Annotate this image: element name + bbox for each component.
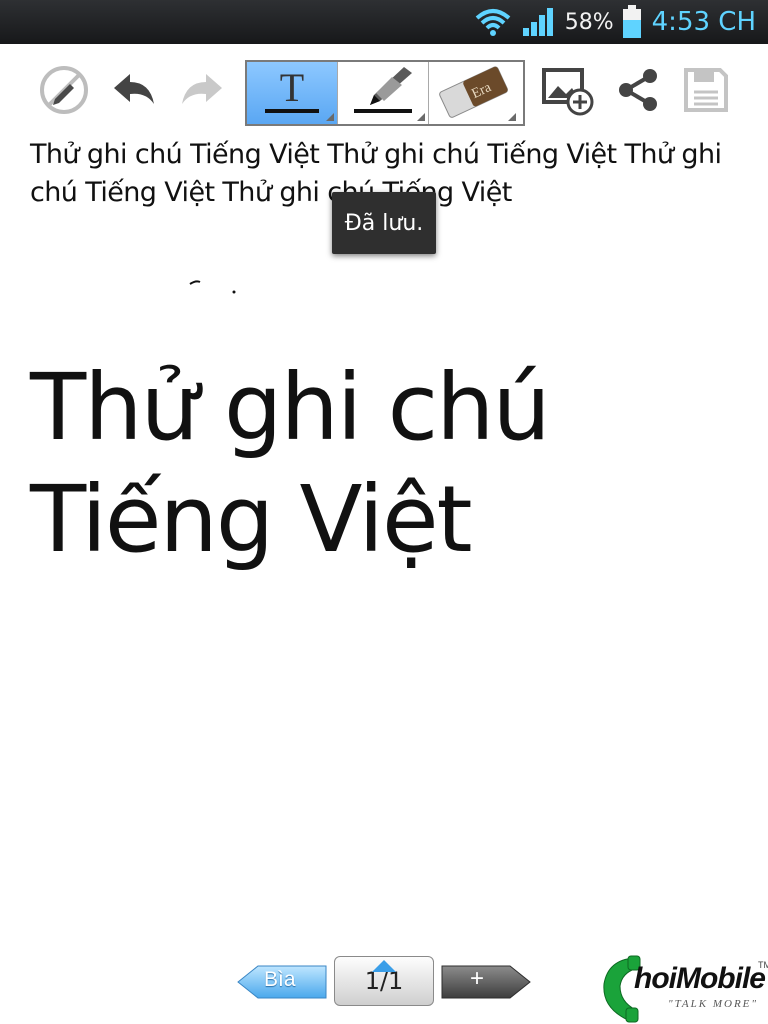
battery-icon bbox=[622, 5, 641, 38]
pen-disabled-icon bbox=[40, 66, 88, 114]
share-button[interactable] bbox=[608, 60, 668, 120]
save-icon bbox=[684, 68, 728, 112]
eraser-tool-icon: Era bbox=[439, 66, 509, 118]
battery-percent: 58% bbox=[564, 9, 614, 35]
page-navigation: Bìa 1/1 + hoiMobile TM "TALK MORE" bbox=[0, 940, 768, 1024]
wifi-icon bbox=[475, 9, 511, 36]
page-up-indicator-icon bbox=[372, 960, 396, 972]
cover-label: Bìa bbox=[264, 968, 296, 991]
pen-tool-button[interactable] bbox=[338, 62, 429, 124]
tool-options-corner bbox=[326, 113, 334, 121]
note-text-large[interactable]: Thử ghi chú Tiếng Việt bbox=[30, 352, 730, 576]
undo-button[interactable] bbox=[104, 60, 164, 120]
saved-toast: Đã lưu. bbox=[332, 192, 436, 254]
signal-icon bbox=[522, 8, 553, 36]
arrow-right-icon bbox=[441, 965, 531, 999]
eraser-tool-button[interactable]: Era bbox=[429, 62, 519, 124]
logo-text: hoiMobile bbox=[634, 962, 766, 995]
add-page-label: + bbox=[470, 965, 485, 992]
page-indicator-button[interactable]: 1/1 bbox=[334, 956, 434, 1006]
cover-button[interactable]: Bìa bbox=[236, 964, 328, 1000]
status-icons: 58% 4:53 CH bbox=[473, 0, 756, 44]
redo-icon bbox=[182, 74, 222, 104]
pen-tool-icon bbox=[354, 67, 412, 113]
add-page-button[interactable]: + bbox=[440, 964, 532, 1000]
tool-options-corner bbox=[417, 113, 425, 121]
watermark-logo: hoiMobile TM "TALK MORE" bbox=[598, 954, 768, 1024]
undo-icon bbox=[114, 74, 154, 104]
note-toolbar: T Era bbox=[0, 44, 768, 136]
insert-image-button[interactable] bbox=[538, 60, 598, 120]
redo-button[interactable] bbox=[172, 60, 232, 120]
svg-text:T: T bbox=[280, 65, 304, 110]
pen-disabled-button[interactable] bbox=[34, 60, 94, 120]
insert-image-icon bbox=[542, 68, 594, 116]
logo-tagline: "TALK MORE" bbox=[668, 998, 759, 1010]
tool-options-corner bbox=[508, 113, 516, 121]
handwriting-strokes bbox=[189, 280, 236, 294]
save-button[interactable] bbox=[676, 60, 736, 120]
text-tool-button[interactable]: T bbox=[247, 62, 338, 124]
clock: 4:53 CH bbox=[651, 7, 756, 37]
text-tool-icon: T bbox=[265, 65, 319, 113]
tool-selector: T Era bbox=[245, 60, 525, 126]
share-icon bbox=[619, 69, 657, 111]
status-bar: 58% 4:53 CH bbox=[0, 0, 768, 44]
logo-tm: TM bbox=[758, 960, 768, 970]
